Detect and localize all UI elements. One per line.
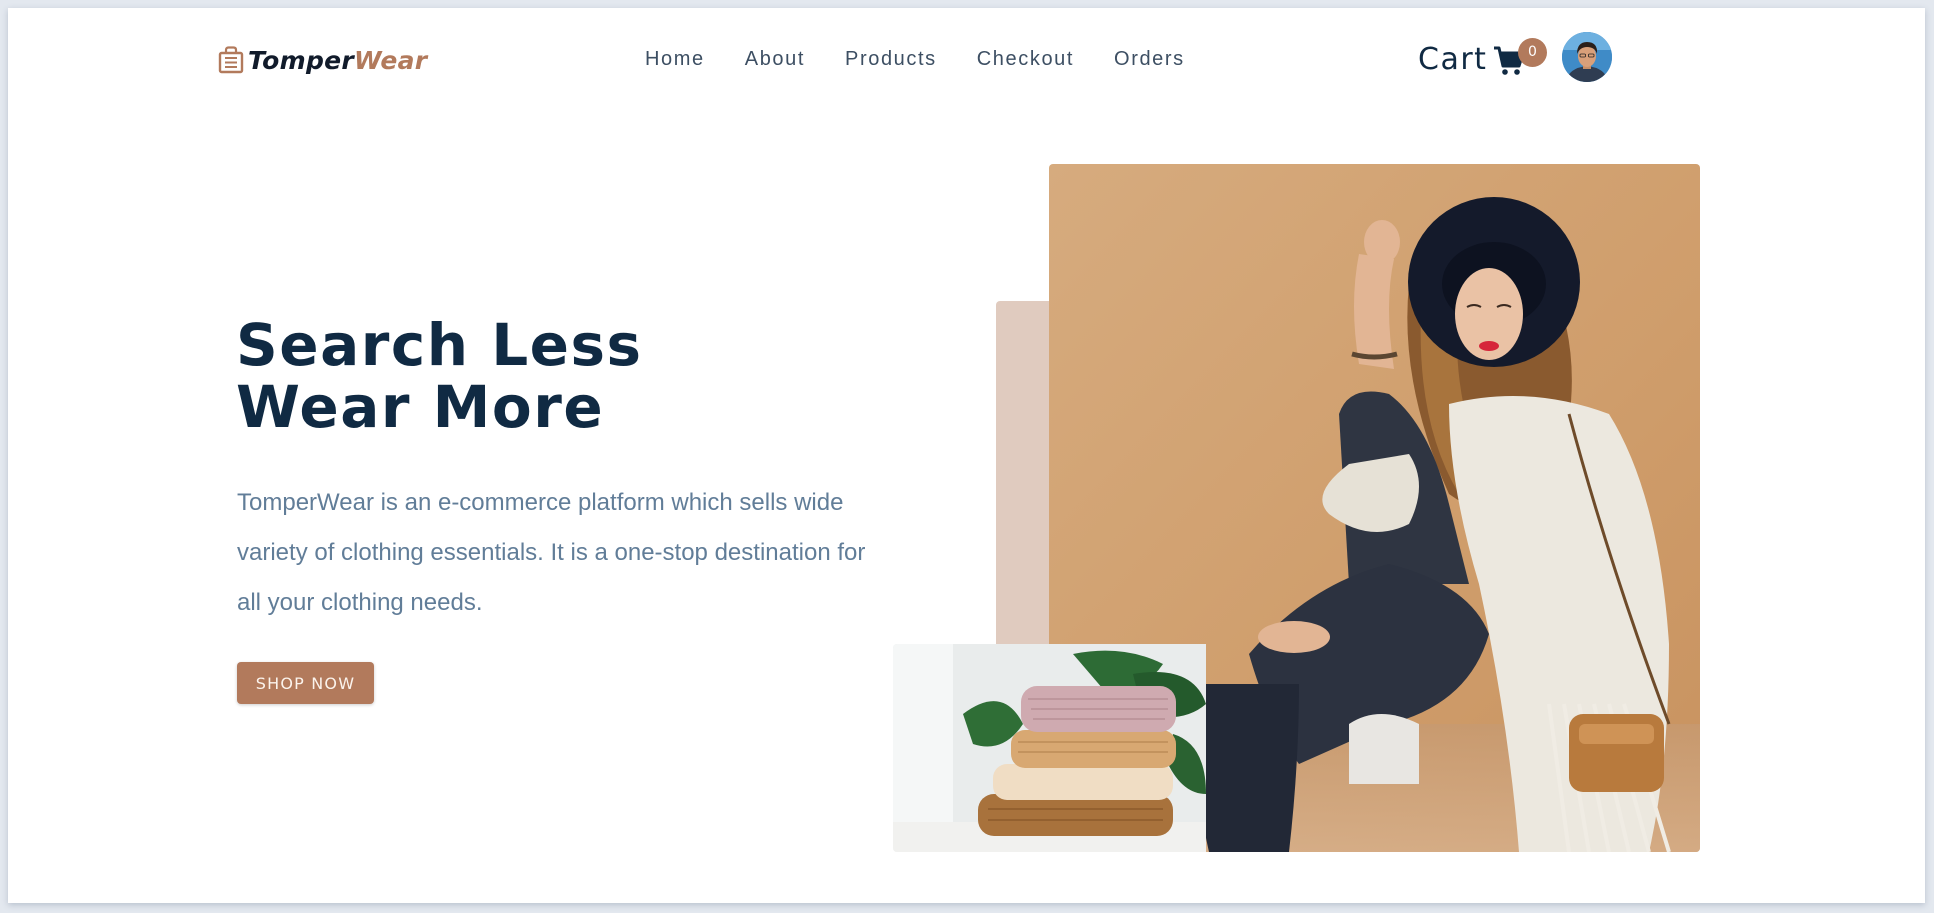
nav-link-home[interactable]: Home <box>645 48 705 71</box>
hero-title-line1: Search Less <box>236 311 643 379</box>
cart-count-badge: 0 <box>1518 38 1547 67</box>
shop-now-button[interactable]: SHOP NOW <box>237 662 374 704</box>
nav-link-checkout[interactable]: Checkout <box>977 48 1074 71</box>
nav-link-orders[interactable]: Orders <box>1114 48 1185 71</box>
user-avatar[interactable] <box>1562 32 1612 82</box>
main-nav: Home About Products Checkout Orders <box>645 48 1225 71</box>
user-avatar-image <box>1562 32 1612 82</box>
brand-name-part2: Wear <box>354 45 428 75</box>
hero-description: TomperWear is an e-commerce platform whi… <box>237 489 866 616</box>
decorative-accent-block <box>996 301 1056 651</box>
folded-sweaters-photo <box>893 644 1206 852</box>
hero-title: Search Less Wear More <box>236 314 643 438</box>
cart-button[interactable]: Cart 0 <box>1418 38 1547 77</box>
nav-link-products[interactable]: Products <box>845 48 937 71</box>
hero-secondary-image <box>893 644 1206 852</box>
shopping-bag-logo-icon <box>218 46 244 74</box>
brand-name-part1: Tomper <box>248 45 355 75</box>
hero-title-line2: Wear More <box>236 373 605 441</box>
brand-logo[interactable]: TomperWear <box>218 40 427 80</box>
page: TomperWear Home About Products Checkout … <box>8 8 1925 903</box>
cart-label: Cart <box>1418 42 1488 77</box>
nav-link-about[interactable]: About <box>745 48 805 71</box>
